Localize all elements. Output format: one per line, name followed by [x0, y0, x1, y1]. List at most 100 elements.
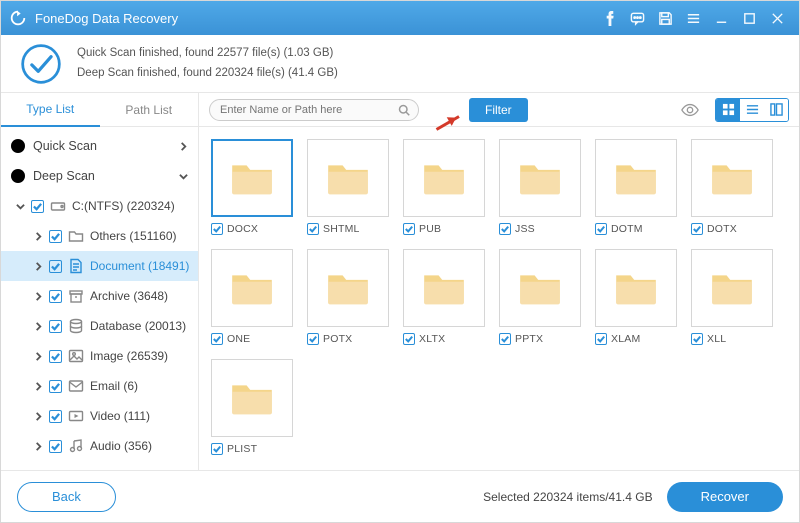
checkbox[interactable] [595, 223, 607, 235]
chevron-right-icon[interactable] [31, 232, 45, 241]
grid-item[interactable]: XLTX [403, 249, 485, 345]
chevron-right-icon[interactable] [31, 262, 45, 271]
tree-category[interactable]: Database (20013) [1, 311, 198, 341]
grid-item[interactable]: DOCX [211, 139, 293, 235]
checkbox[interactable] [49, 260, 62, 273]
checkbox[interactable] [211, 443, 223, 455]
grid-item[interactable]: DOTX [691, 139, 773, 235]
tree-category[interactable]: Video (111) [1, 401, 198, 431]
checkbox[interactable] [691, 333, 703, 345]
chevron-right-icon[interactable] [31, 442, 45, 451]
category-label: Archive (3648) [90, 289, 190, 303]
tab-type-list[interactable]: Type List [1, 93, 100, 127]
checkbox[interactable] [49, 410, 62, 423]
checkbox[interactable] [499, 223, 511, 235]
folder-thumbnail[interactable] [691, 249, 773, 327]
folder-thumbnail[interactable] [691, 139, 773, 217]
search-input[interactable] [218, 101, 398, 119]
close-icon[interactable] [763, 4, 791, 32]
tree-category[interactable]: Document (18491) [1, 251, 198, 281]
checkbox[interactable] [691, 223, 703, 235]
grid-item[interactable]: PUB [403, 139, 485, 235]
checkbox[interactable] [211, 333, 223, 345]
folder-thumbnail[interactable] [211, 139, 293, 217]
folder-thumbnail[interactable] [307, 249, 389, 327]
view-list-button[interactable] [740, 99, 764, 121]
archive-icon [68, 288, 84, 304]
folder-thumbnail[interactable] [211, 359, 293, 437]
checkbox[interactable] [49, 380, 62, 393]
folder-thumbnail[interactable] [499, 249, 581, 327]
sidebar: Type List Path List Quick Scan Deep Scan… [1, 93, 199, 470]
tree-category[interactable]: Image (26539) [1, 341, 198, 371]
search-input-wrap[interactable] [209, 99, 419, 121]
checkbox[interactable] [49, 230, 62, 243]
grid-item[interactable]: ONE [211, 249, 293, 345]
grid-item[interactable]: POTX [307, 249, 389, 345]
deep-scan-summary: Deep Scan finished, found 220324 file(s)… [77, 64, 338, 84]
folder-thumbnail[interactable] [403, 139, 485, 217]
tree-quick-scan[interactable]: Quick Scan [1, 131, 198, 161]
grid-item[interactable]: JSS [499, 139, 581, 235]
chevron-right-icon[interactable] [31, 322, 45, 331]
tree-drive[interactable]: C:(NTFS) (220324) [1, 191, 198, 221]
grid-item[interactable]: DOTM [595, 139, 677, 235]
grid-item[interactable]: XLL [691, 249, 773, 345]
checkbox[interactable] [595, 333, 607, 345]
grid-item[interactable]: XLAM [595, 249, 677, 345]
feedback-icon[interactable] [623, 4, 651, 32]
folder-thumbnail[interactable] [307, 139, 389, 217]
checkbox[interactable] [403, 333, 415, 345]
folder-thumbnail[interactable] [403, 249, 485, 327]
maximize-icon[interactable] [735, 4, 763, 32]
footer: Back Selected 220324 items/41.4 GB Recov… [1, 470, 799, 522]
folder-icon [68, 228, 84, 244]
save-disk-icon[interactable] [651, 4, 679, 32]
view-grid-button[interactable] [716, 99, 740, 121]
menu-icon[interactable] [679, 4, 707, 32]
chevron-right-icon[interactable] [31, 292, 45, 301]
sidebar-tree[interactable]: Quick Scan Deep Scan C:(NTFS) (220324) O… [1, 127, 198, 470]
tree-category[interactable]: Audio (356) [1, 431, 198, 461]
chevron-right-icon[interactable] [31, 382, 45, 391]
back-button[interactable]: Back [17, 482, 116, 512]
file-type-grid[interactable]: DOCX SHTML PUB [199, 127, 799, 470]
share-facebook-icon[interactable] [595, 4, 623, 32]
grid-item[interactable]: PPTX [499, 249, 581, 345]
tab-path-list[interactable]: Path List [100, 93, 199, 126]
checkbox[interactable] [49, 290, 62, 303]
preview-toggle-icon[interactable] [679, 99, 701, 121]
chevron-down-icon[interactable] [13, 202, 27, 211]
folder-icon [230, 380, 274, 416]
checkbox[interactable] [31, 200, 44, 213]
recover-button[interactable]: Recover [667, 482, 783, 512]
chevron-right-icon[interactable] [31, 352, 45, 361]
grid-item[interactable]: PLIST [211, 359, 293, 455]
minimize-icon[interactable] [707, 4, 735, 32]
tree-category[interactable]: Others (151160) [1, 221, 198, 251]
app-title: FoneDog Data Recovery [35, 11, 178, 26]
folder-thumbnail[interactable] [499, 139, 581, 217]
filter-button[interactable]: Filter [469, 98, 528, 122]
chevron-right-icon[interactable] [31, 412, 45, 421]
checkbox[interactable] [49, 320, 62, 333]
grid-item[interactable]: SHTML [307, 139, 389, 235]
chevron-down-icon [176, 172, 190, 181]
tree-deep-scan[interactable]: Deep Scan [1, 161, 198, 191]
tree-category[interactable]: Email (6) [1, 371, 198, 401]
checkbox[interactable] [49, 440, 62, 453]
category-label: Document (18491) [90, 259, 190, 273]
checkbox[interactable] [49, 350, 62, 363]
view-detail-button[interactable] [764, 99, 788, 121]
checkbox[interactable] [307, 333, 319, 345]
checkbox[interactable] [307, 223, 319, 235]
checkbox[interactable] [499, 333, 511, 345]
content-toolbar: Filter [199, 93, 799, 127]
tree-category[interactable]: Archive (3648) [1, 281, 198, 311]
item-label: XLAM [611, 333, 640, 345]
folder-thumbnail[interactable] [595, 139, 677, 217]
folder-thumbnail[interactable] [211, 249, 293, 327]
folder-thumbnail[interactable] [595, 249, 677, 327]
checkbox[interactable] [403, 223, 415, 235]
checkbox[interactable] [211, 223, 223, 235]
